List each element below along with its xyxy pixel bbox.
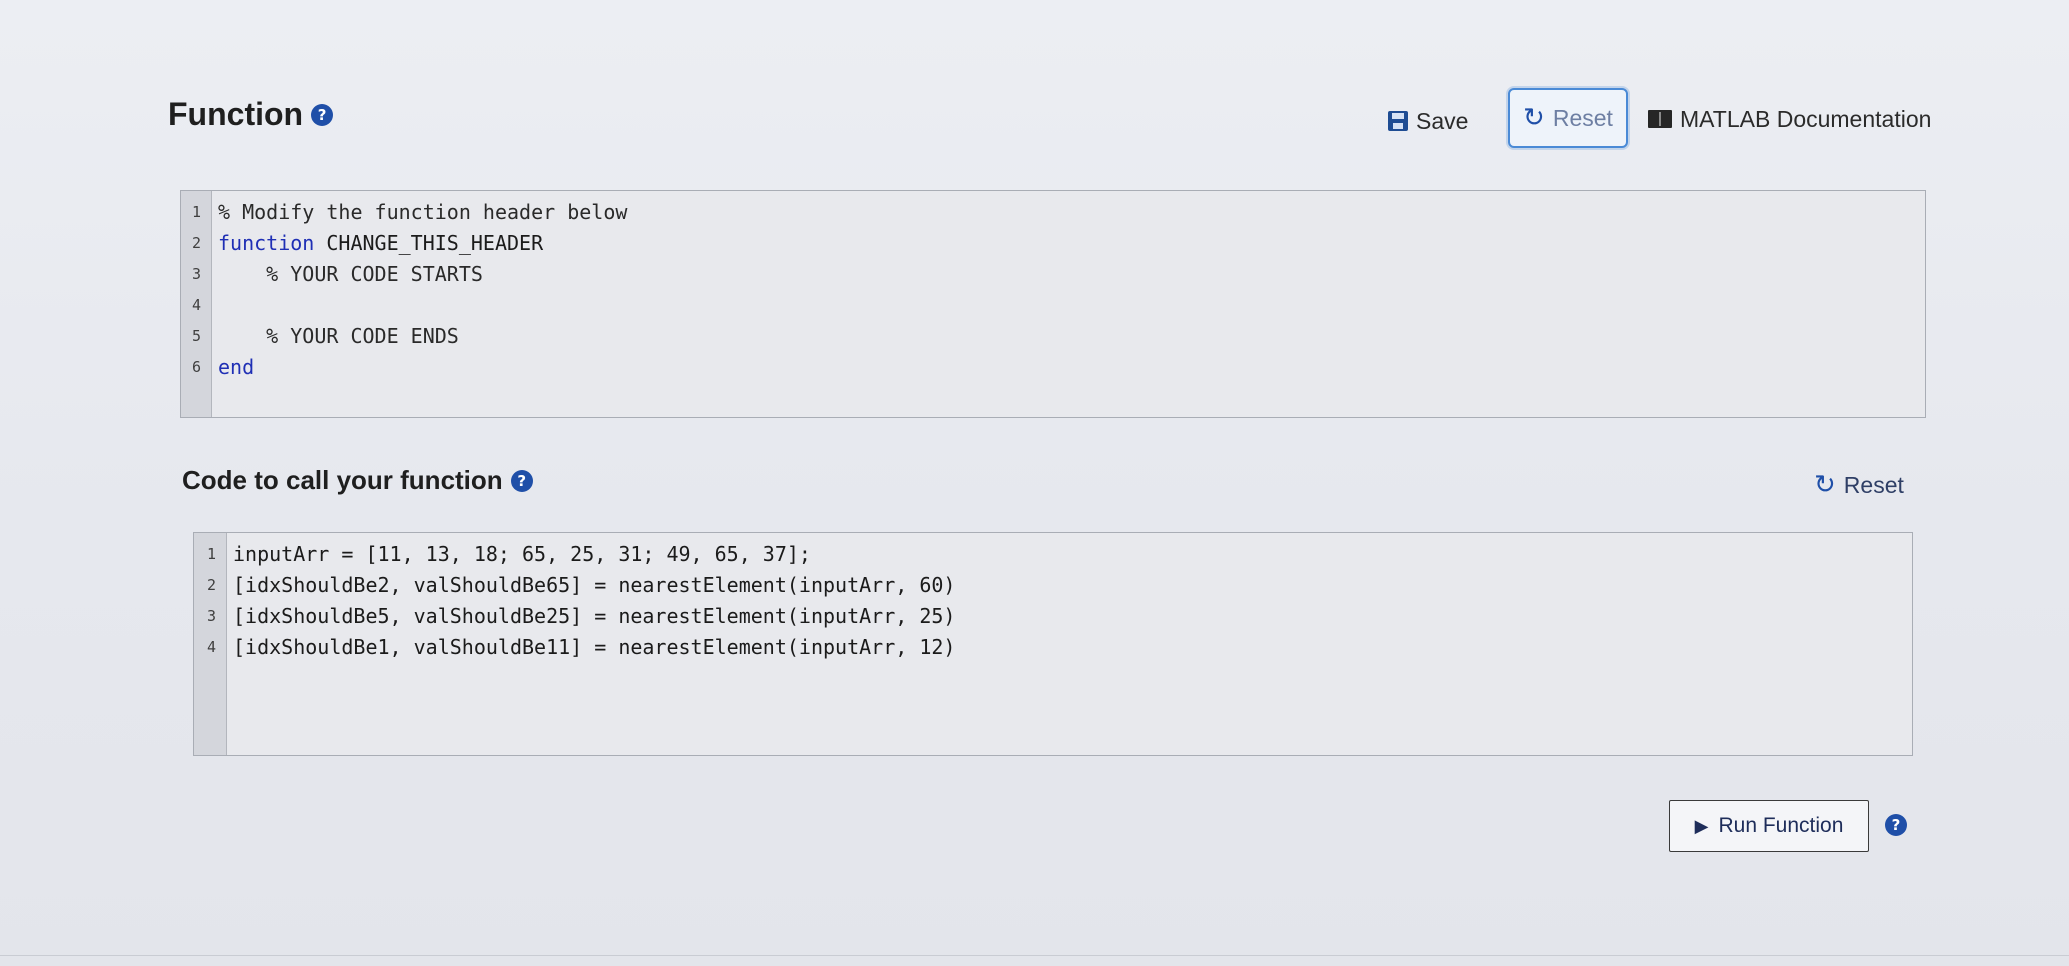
code-line[interactable] <box>212 290 1925 321</box>
save-icon <box>1388 111 1408 131</box>
line-number: 1 <box>206 545 216 563</box>
code-line[interactable]: % Modify the function header below <box>212 197 1925 228</box>
code-line[interactable]: % YOUR CODE ENDS <box>212 321 1925 352</box>
bottom-divider <box>0 955 2069 956</box>
run-function-label: Run Function <box>1718 814 1844 837</box>
line-number: 2 <box>206 576 216 594</box>
code-line[interactable]: % YOUR CODE STARTS <box>212 259 1925 290</box>
function-editor-code[interactable]: % Modify the function header below functi… <box>212 191 1925 417</box>
line-number: 6 <box>191 358 201 376</box>
line-number: 4 <box>191 296 201 314</box>
function-title-group: Function ? <box>168 96 334 133</box>
code-line[interactable]: [idxShouldBe1, valShouldBe11] = nearestE… <box>227 632 1912 663</box>
function-title: Function <box>168 96 304 132</box>
code-token: function <box>218 231 315 255</box>
function-code-editor[interactable]: 1 2 3 4 5 6 % Modify the function header belo… <box>180 190 1926 418</box>
call-section-title: Code to call your function <box>182 465 503 495</box>
code-line[interactable]: [idxShouldBe5, valShouldBe25] = nearestE… <box>227 601 1912 632</box>
call-reset-button[interactable]: ↻ Reset <box>1814 470 1904 500</box>
book-icon <box>1648 110 1672 128</box>
code-line[interactable]: end <box>212 352 1925 383</box>
function-reset-button[interactable]: ↻ Reset <box>1508 88 1628 148</box>
run-help-icon[interactable]: ? <box>1885 814 1907 836</box>
line-number: 4 <box>206 638 216 656</box>
code-token: % YOUR CODE ENDS <box>218 324 459 348</box>
code-line[interactable]: [idxShouldBe2, valShouldBe65] = nearestE… <box>227 570 1912 601</box>
line-number: 1 <box>191 203 201 221</box>
call-title-group: Code to call your function ? <box>182 465 533 496</box>
matlab-documentation-link[interactable]: MATLAB Documentation <box>1648 104 1931 134</box>
run-function-button[interactable]: ▶ Run Function <box>1669 800 1869 852</box>
code-token: CHANGE_THIS_HEADER <box>314 231 544 255</box>
call-reset-label: Reset <box>1843 471 1904 498</box>
function-editor-gutter: 1 2 3 4 5 6 <box>181 191 212 417</box>
call-editor-code[interactable]: inputArr = [11, 13, 18; 65, 25, 31; 49, … <box>227 533 1912 755</box>
call-code-editor[interactable]: 1 2 3 4 inputArr = [11, 13, 18; 65, 25, 31;… <box>193 532 1913 756</box>
line-number: 2 <box>191 234 201 252</box>
save-button[interactable]: Save <box>1388 106 1468 136</box>
line-number: 3 <box>191 265 201 283</box>
line-number: 5 <box>191 327 201 345</box>
line-number: 3 <box>206 607 216 625</box>
call-help-icon[interactable]: ? <box>510 469 533 492</box>
reset-icon: ↻ <box>1523 103 1545 133</box>
code-line[interactable]: inputArr = [11, 13, 18; 65, 25, 31; 49, … <box>227 539 1912 570</box>
code-token: % Modify the function header below <box>218 200 628 224</box>
call-editor-gutter: 1 2 3 4 <box>194 533 227 755</box>
matlab-documentation-label: MATLAB Documentation <box>1680 105 1932 132</box>
code-line[interactable]: function CHANGE_THIS_HEADER <box>212 228 1925 259</box>
function-help-icon[interactable]: ? <box>311 103 334 126</box>
save-label: Save <box>1416 107 1469 134</box>
reset-icon: ↻ <box>1814 470 1836 500</box>
code-token: % YOUR CODE STARTS <box>218 262 483 286</box>
function-reset-label: Reset <box>1552 104 1613 131</box>
play-icon: ▶ <box>1694 815 1709 836</box>
code-token: end <box>218 355 255 379</box>
